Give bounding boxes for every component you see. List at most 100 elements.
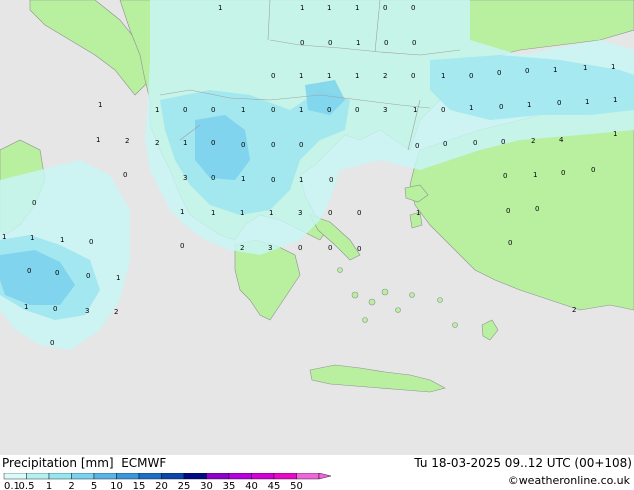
- precip-value-label: 1: [527, 101, 531, 109]
- precip-value-label: 0: [383, 4, 387, 12]
- precip-value-label: 3: [183, 174, 187, 182]
- precip-value-label: 1: [241, 106, 245, 114]
- precip-value-label: 0: [27, 267, 31, 275]
- land-island: [409, 292, 415, 298]
- precip-value-label: 0: [441, 106, 445, 114]
- land-island: [351, 291, 359, 299]
- title-text: Precipitation [mm]: [2, 456, 114, 470]
- precip-value-label: 2: [125, 137, 129, 145]
- scale-swatch: [296, 473, 320, 480]
- precip-value-label: 0: [32, 199, 36, 207]
- scale-tick-label: 5: [91, 481, 97, 490]
- scale-tick-label: 20: [155, 481, 168, 490]
- precip-value-label: 0: [298, 244, 302, 252]
- scale-tick-label: 15: [133, 481, 146, 490]
- precip-value-label: 0: [561, 169, 565, 177]
- precip-value-label: 1: [441, 72, 445, 80]
- precip-value-label: 0: [327, 106, 331, 114]
- precip-value-label: 0: [355, 106, 359, 114]
- precip-value-label: 0: [300, 39, 304, 47]
- land-island: [362, 317, 368, 323]
- land-island: [452, 322, 458, 328]
- precip-value-label: 1: [553, 66, 557, 74]
- precip-value-label: 1: [218, 4, 222, 12]
- precip-value-label: 0: [328, 244, 332, 252]
- precip-value-label: 0: [50, 339, 54, 347]
- scale-tick-label: 35: [223, 481, 236, 490]
- precip-value-label: 0: [501, 138, 505, 146]
- precip-value-label: 0: [499, 103, 503, 111]
- precip-value-label: 1: [300, 4, 304, 12]
- precip-value-label: 0: [183, 106, 187, 114]
- scale-tick-label: 45: [268, 481, 281, 490]
- precip-value-label: 2: [531, 137, 535, 145]
- precip-value-label: 0: [506, 207, 510, 215]
- precip-value-label: 0: [412, 39, 416, 47]
- precip-value-label: 0: [86, 272, 90, 280]
- precip-value-label: 1: [299, 176, 303, 184]
- precip-value-label: 0: [271, 141, 275, 149]
- precip-value-label: 1: [327, 4, 331, 12]
- precip-value-label: 2: [114, 308, 118, 316]
- precip-value-label: 0: [211, 139, 215, 147]
- map-title: Precipitation [mm] ECMWF: [2, 456, 166, 470]
- precip-value-label: 2: [240, 244, 244, 252]
- precip-value-label: 4: [559, 136, 564, 144]
- scale-swatch: [228, 473, 252, 480]
- precip-value-label: 0: [329, 176, 333, 184]
- site-credit: ©weatheronline.co.uk: [507, 474, 630, 487]
- land-island: [381, 288, 389, 296]
- scale-tick-label: 10: [110, 481, 123, 490]
- scale-swatch: [116, 473, 140, 480]
- forecast-datetime: Tu 18-03-2025 09..12 UTC (00+108): [414, 456, 632, 470]
- precip-value-label: 1: [211, 209, 215, 217]
- precip-value-label: 0: [411, 4, 415, 12]
- precip-value-label: 1: [60, 236, 64, 244]
- precip-value-label: 0: [328, 209, 332, 217]
- scale-tick-label: 30: [200, 481, 213, 490]
- precip-value-label: 0: [357, 245, 361, 253]
- precip-value-label: 3: [85, 307, 89, 315]
- precip-value-label: 0: [525, 67, 529, 75]
- model-name: ECMWF: [121, 456, 167, 470]
- scale-tick-label: 40: [245, 481, 258, 490]
- precip-value-label: 1: [240, 209, 244, 217]
- precip-value-label: 1: [613, 96, 617, 104]
- precip-value-label: 0: [411, 72, 415, 80]
- scale-swatch: [273, 473, 297, 480]
- scale-swatch: [93, 473, 117, 480]
- precip-value-label: 3: [383, 106, 387, 114]
- precip-value-label: 0: [299, 141, 303, 149]
- scale-swatch: [251, 473, 275, 480]
- precip-value-label: 1: [299, 72, 303, 80]
- precip-value-label: 0: [357, 209, 361, 217]
- precip-value-label: 0: [180, 242, 184, 250]
- weather-map-frame: 1111000010001112010001111100101003101010…: [0, 0, 634, 490]
- precip-value-label: 1: [96, 136, 100, 144]
- precip-value-label: 1: [413, 106, 417, 114]
- land-island: [337, 267, 343, 273]
- precip-value-label: 0: [384, 39, 388, 47]
- scale-tick-label: 25: [178, 481, 191, 490]
- precip-value-label: 0: [53, 305, 57, 313]
- precip-value-label: 0: [503, 172, 507, 180]
- scale-tick-label: 50: [290, 481, 303, 490]
- precip-value-label: 1: [155, 106, 159, 114]
- scale-arrow: [318, 473, 332, 480]
- precip-value-label: 0: [557, 99, 561, 107]
- precip-value-label: 1: [299, 106, 303, 114]
- precip-value-label: 0: [415, 142, 419, 150]
- precip-value-label: 0: [211, 174, 215, 182]
- land-island: [368, 298, 376, 306]
- precip-value-label: 1: [356, 39, 360, 47]
- precip-value-label: 1: [24, 303, 28, 311]
- precip-value-label: 1: [2, 233, 6, 241]
- map-footer: Precipitation [mm] ECMWF Tu 18-03-2025 0…: [0, 455, 634, 490]
- precip-value-label: 0: [443, 140, 447, 148]
- precip-value-label: 1: [611, 63, 615, 71]
- precip-value-label: 1: [241, 175, 245, 183]
- precip-value-label: 0: [497, 69, 501, 77]
- precip-value-label: 0: [328, 39, 332, 47]
- precip-value-label: 1: [533, 171, 537, 179]
- precip-value-label: 1: [355, 72, 359, 80]
